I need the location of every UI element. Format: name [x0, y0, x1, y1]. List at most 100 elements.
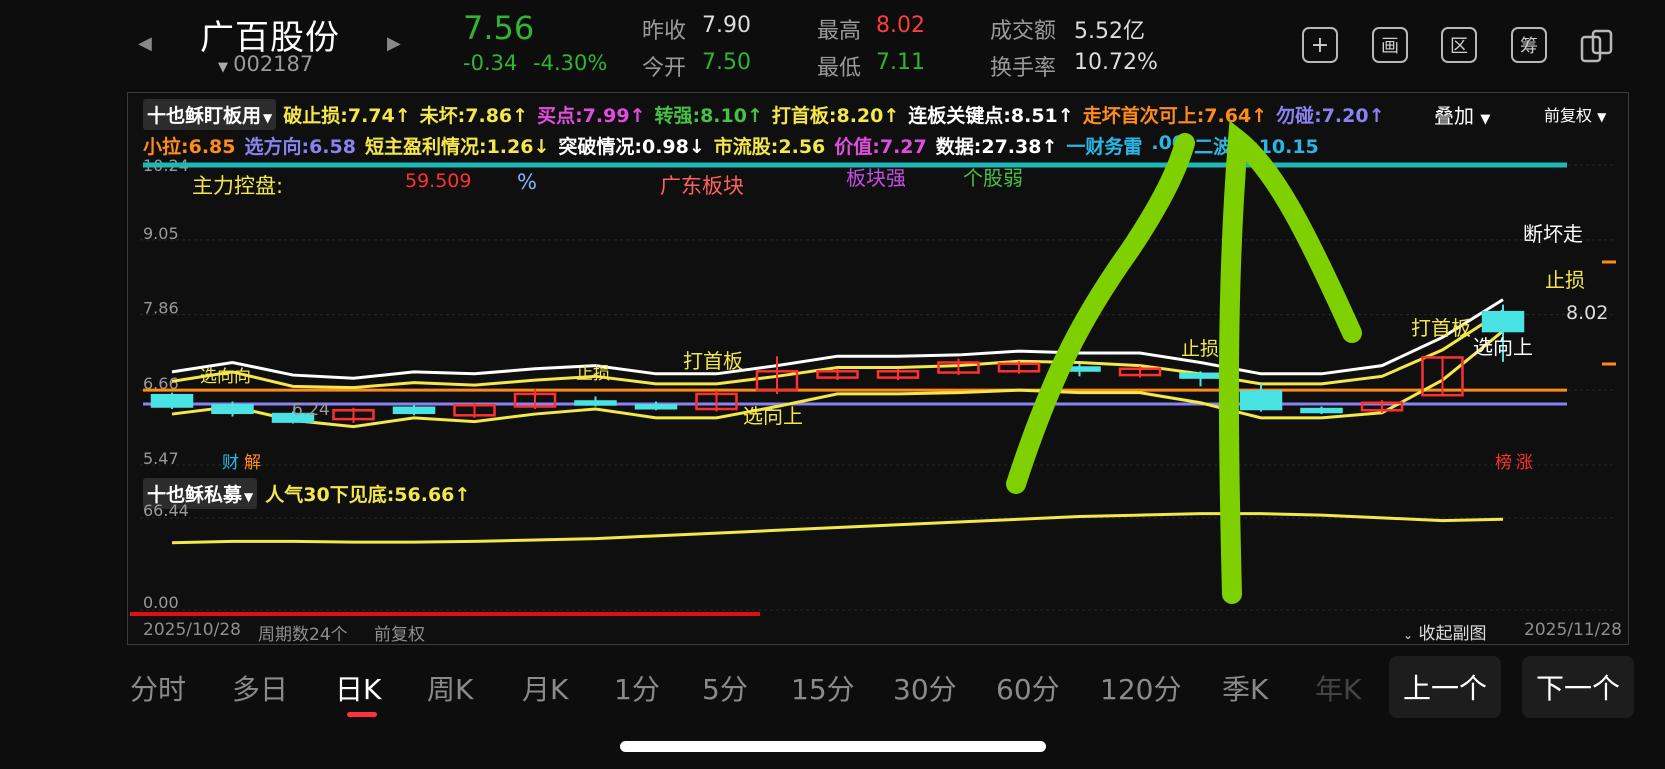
footer-adjust: 前复权 [374, 625, 425, 645]
period-count: 周期数24个 [258, 625, 348, 645]
main-indicator-item: 转强:8.10↑ [654, 105, 763, 127]
tab-年K[interactable]: 年K [1315, 668, 1361, 708]
tab-月K[interactable]: 月K [522, 668, 568, 708]
collapse-subchart-button[interactable]: ⌄ 收起副图 [1403, 619, 1486, 644]
tab-日K[interactable]: 日K [335, 668, 381, 708]
main-indicator-row-1: 十也稣盯板用 ▼ 破止损:7.74↑ 未坏:7.86↑ 买点:7.99↑ 转强:8.10… [143, 99, 1385, 130]
chevron-down-icon: ▼ [1480, 112, 1491, 127]
low-price-marker: 6.24 [292, 400, 330, 420]
jie-badge[interactable]: 解 [244, 448, 261, 473]
chip-icon[interactable]: 筹 [1511, 27, 1547, 63]
zhisun-label-left: 止损 [576, 364, 610, 384]
main-indicator-item: 一财务雷 [1066, 136, 1143, 158]
collapse-label: 收起副图 [1418, 624, 1487, 644]
stock-code-dropdown[interactable]: ▼ 002187 [218, 52, 313, 76]
main-indicator-item: 短主盈利情况:1.26↓ [364, 136, 550, 158]
tab-30分[interactable]: 30分 [893, 668, 957, 708]
main-indicator-item: 价值:7.27 [834, 136, 927, 158]
home-indicator[interactable] [620, 741, 1046, 752]
main-indicator-item: 突破情况:0.98↓ [558, 136, 705, 158]
duanhuaizou-label: 断坏走 [1523, 222, 1583, 246]
tab-季K[interactable]: 季K [1222, 668, 1268, 708]
main-indicator-item: 打首板:8.20↑ [771, 105, 900, 127]
zhang-badge[interactable]: 涨 [1516, 448, 1533, 473]
screen-icon[interactable]: 画 [1372, 27, 1408, 63]
overlay-label: 叠加 [1434, 104, 1474, 128]
tab-周K[interactable]: 周K [427, 668, 473, 708]
zhisun-label-right: 止损 [1545, 268, 1585, 292]
last-price: 7.56 [463, 9, 535, 47]
main-indicator-name: 十也稣盯板用 [147, 105, 262, 127]
main-indicator-item: 走坏首次可上:7.64↑ [1082, 105, 1268, 127]
tab-5分[interactable]: 5分 [702, 668, 748, 708]
sub-indicator-name: 十也稣私募 [147, 484, 243, 506]
adjust-dropdown[interactable]: 前复权 ▼ [1544, 102, 1606, 126]
high-value: 8.02 [876, 13, 925, 38]
tab-多日[interactable]: 多日 [232, 668, 288, 708]
prev-close-label: 昨收 [642, 19, 687, 44]
next-stock-button[interactable]: 下一个 [1522, 656, 1634, 718]
main-indicator-item: 选方向:6.58 [244, 136, 356, 158]
sub-indicator-row: 十也稣私募 ▼ 人气30下见底:56.66↑ [143, 478, 470, 509]
main-indicator-item: 破止损:7.74↑ [283, 105, 411, 127]
chevron-down-icon: ▼ [263, 111, 273, 125]
turnover-value: 10.72% [1074, 50, 1158, 75]
open-label: 今开 [642, 56, 687, 81]
main-indicator-item: 数据:27.38↑ [935, 136, 1058, 158]
low-label: 最低 [817, 56, 862, 81]
chevron-down-icon: ⌄ [1403, 628, 1414, 642]
bang-badge[interactable]: 榜 [1495, 448, 1512, 473]
region-icon[interactable]: 区 [1441, 27, 1477, 63]
stock-code: 002187 [233, 52, 314, 76]
main-force-label: 主力控盘: [192, 174, 284, 198]
low-value: 7.11 [876, 50, 925, 75]
main-force-value: 59.509 [405, 170, 472, 192]
tab-60分[interactable]: 60分 [996, 668, 1060, 708]
dashouban-label-mid: 打首板 [683, 349, 743, 373]
prev-stock-button[interactable]: 上一个 [1389, 656, 1501, 718]
dashouban-label-right: 打首板 [1411, 316, 1471, 340]
main-indicator-item: 买点:7.99↑ [537, 105, 646, 127]
tab-分时[interactable]: 分时 [130, 668, 186, 708]
amount-label: 成交额 [990, 19, 1057, 44]
tab-1分[interactable]: 1分 [614, 668, 660, 708]
amount-value: 5.52亿 [1074, 19, 1145, 44]
chevron-down-icon: ▼ [218, 60, 228, 75]
sector-strong-label: 板块强 [846, 166, 906, 190]
chevron-down-icon: ▼ [1597, 110, 1607, 124]
price-change-pct: -4.30% [533, 51, 608, 75]
sub-indicator-value: 人气30下见底:56.66↑ [265, 484, 471, 506]
price-change: -0.34 [463, 51, 518, 75]
sub-indicator-selector[interactable]: 十也稣私募 ▼ [143, 478, 258, 509]
main-indicator-item: 连板关键点:8.51↑ [908, 105, 1074, 127]
zhisun-label-mid: 止损 [1181, 338, 1220, 360]
overlay-dropdown[interactable]: 叠加 ▼ [1434, 100, 1490, 129]
start-date: 2025/10/28 [143, 620, 241, 640]
plus-icon[interactable]: + [1302, 27, 1338, 63]
tab-15分[interactable]: 15分 [791, 668, 855, 708]
open-value: 7.50 [702, 50, 751, 75]
next-stock-arrow[interactable]: ▶ [387, 33, 401, 54]
multi-window-icon[interactable] [1579, 25, 1619, 65]
xuanxiangshang-label-mid: 选向上 [743, 404, 803, 428]
active-tab-underline [347, 712, 377, 717]
end-date: 2025/11/28 [1524, 620, 1622, 640]
cai-badge[interactable]: 财 [222, 448, 239, 473]
xuanxiang-label-left: 选向向 [200, 367, 251, 387]
high-label: 最高 [817, 19, 862, 44]
chevron-down-icon: ▼ [244, 490, 254, 504]
main-indicator-item: 勿碰:7.20↑ [1276, 105, 1385, 127]
stock-weak-label: 个股弱 [963, 166, 1023, 190]
high-price-marker: 8.02 [1566, 302, 1609, 324]
turnover-label: 换手率 [990, 56, 1057, 81]
tab-120分[interactable]: 120分 [1100, 668, 1181, 708]
main-indicator-item: 小拉:6.85 [143, 136, 236, 158]
prev-stock-arrow[interactable]: ◀ [138, 33, 152, 54]
main-indicator-selector[interactable]: 十也稣盯板用 ▼ [143, 99, 277, 130]
main-force-pct: % [517, 170, 537, 194]
sector-label: 广东板块 [660, 174, 744, 198]
adjust-label: 前复权 [1544, 106, 1593, 125]
main-indicator-item: 未坏:7.86↑ [419, 105, 529, 127]
main-indicator-item: 市流股:2.56 [713, 136, 826, 158]
main-indicator-item: .00 [1151, 132, 1186, 154]
